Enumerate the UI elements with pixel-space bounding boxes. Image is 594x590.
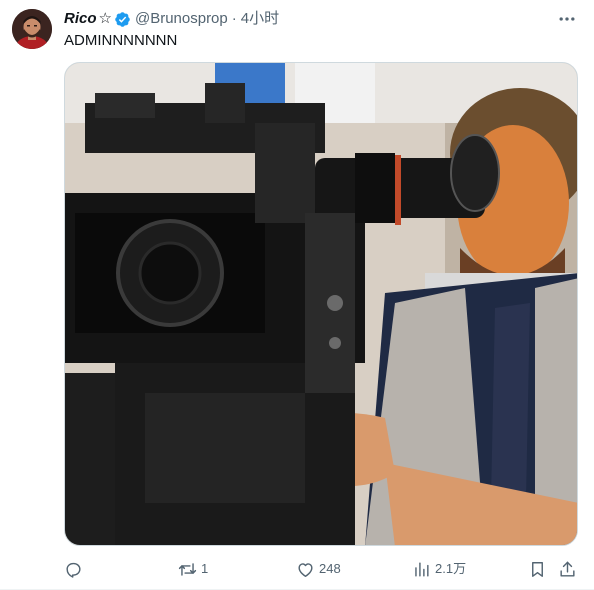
tweet-header: Rico ☆ @Brunosprop · 4小时 — [64, 9, 279, 29]
avatar[interactable] — [12, 9, 52, 49]
action-bar: 1 248 2.1万 — [64, 558, 580, 580]
like-count: 248 — [319, 561, 341, 576]
separator-dot: · — [231, 10, 237, 27]
bookmark-icon — [532, 561, 543, 577]
share-icon — [560, 561, 575, 577]
tweet-media-image[interactable] — [64, 62, 578, 546]
tweet-card[interactable]: Rico ☆ @Brunosprop · 4小时 ADMINNNNNNN 1 2… — [0, 0, 594, 590]
bookmark-button[interactable] — [528, 558, 547, 580]
display-name[interactable]: Rico — [64, 9, 97, 29]
views-count: 2.1万 — [435, 561, 467, 576]
views-chart-icon — [415, 561, 429, 577]
user-handle[interactable]: @Brunosprop — [135, 9, 228, 29]
views-button[interactable]: 2.1万 — [412, 558, 466, 580]
verified-badge-icon — [114, 11, 131, 28]
more-options-button[interactable] — [556, 8, 578, 30]
retweet-button[interactable]: 1 — [178, 558, 208, 580]
reply-icon — [66, 562, 81, 578]
retweet-count: 1 — [201, 561, 209, 576]
heart-icon — [298, 562, 313, 577]
tweet-text: ADMINNNNNNN — [64, 32, 178, 49]
name-star-symbol: ☆ — [98, 10, 112, 27]
more-dots-icon — [559, 17, 575, 21]
tweet-timestamp[interactable]: 4小时 — [241, 9, 279, 29]
reply-button[interactable] — [64, 558, 87, 580]
share-button[interactable] — [558, 558, 577, 580]
retweet-icon — [178, 562, 197, 576]
like-button[interactable]: 248 — [296, 558, 341, 580]
